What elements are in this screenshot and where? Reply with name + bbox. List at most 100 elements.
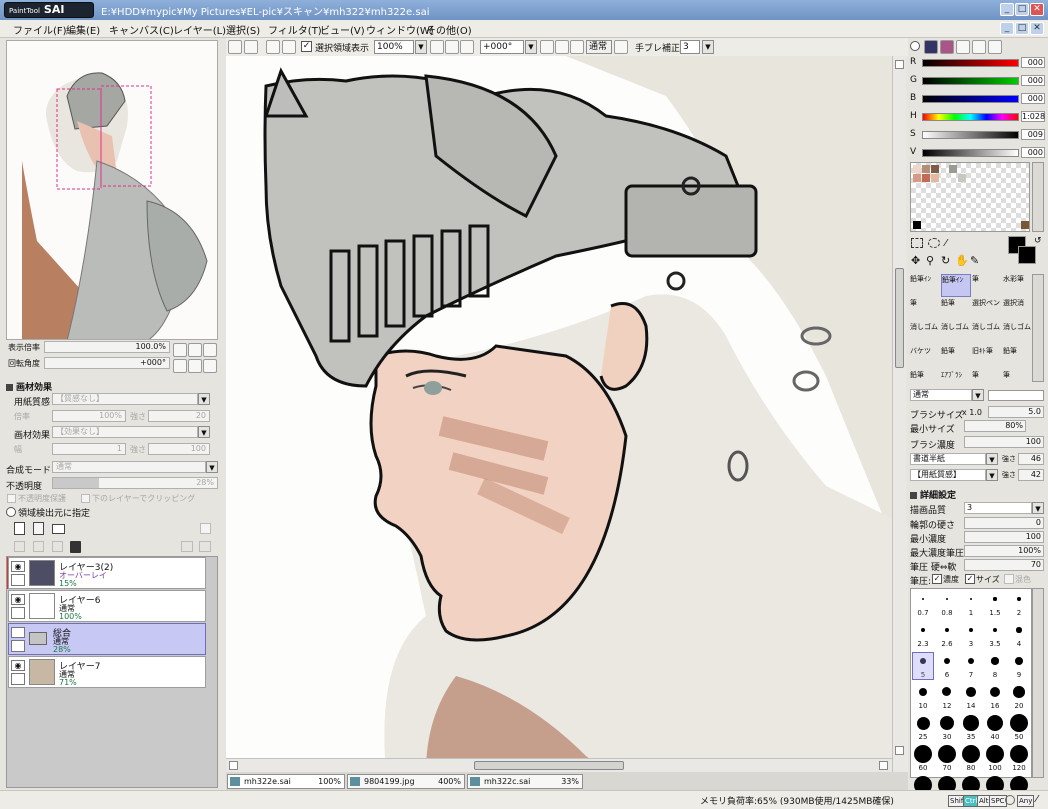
tool-button[interactable]: 消しゴム — [972, 322, 1002, 345]
nav-rotate-slider[interactable]: +000° — [44, 357, 170, 369]
g-value[interactable]: 000 — [1021, 75, 1045, 86]
brush-size-scrollbar[interactable] — [1032, 588, 1044, 778]
brush-size-dot[interactable] — [993, 597, 997, 601]
quality-select[interactable]: 3 — [964, 502, 1032, 514]
tool-button[interactable]: 消しゴム — [941, 322, 971, 345]
color-wheel-toggle[interactable] — [910, 41, 920, 51]
paper-strength-field[interactable]: 20 — [148, 410, 210, 422]
layer-row[interactable]: ◉ レイヤー7 通常 71% — [8, 656, 206, 688]
tool-button[interactable]: 旧ｷﾄ筆 — [972, 346, 1002, 369]
rotation-field[interactable]: +000° — [480, 40, 524, 54]
doc-minimize-button[interactable]: _ — [1000, 22, 1014, 35]
undo-button[interactable] — [228, 40, 242, 54]
s-value[interactable]: 009 — [1021, 129, 1045, 140]
swatches-toggle[interactable] — [972, 40, 986, 54]
eye-icon[interactable]: ◉ — [11, 594, 25, 605]
brush-size-dot[interactable] — [963, 715, 979, 731]
layer-lock-toggle[interactable] — [11, 574, 25, 586]
advanced-settings-header[interactable]: 詳細設定 — [910, 488, 956, 501]
shape-strength-field[interactable]: 46 — [1018, 453, 1044, 465]
nav-zoom-out-button[interactable] — [173, 343, 187, 357]
vertical-scroll-thumb[interactable] — [895, 268, 904, 368]
clip-below-checkbox[interactable] — [81, 494, 90, 503]
pressure-density-checkbox[interactable]: ✓ — [932, 574, 942, 584]
lasso-icon[interactable] — [928, 238, 940, 248]
blend-mode-dropdown[interactable]: ▼ — [206, 461, 218, 473]
swatch-scrollbar[interactable] — [1032, 162, 1044, 232]
texture-strength-field[interactable]: 42 — [1018, 469, 1044, 481]
swatch[interactable] — [922, 174, 930, 182]
swatch[interactable] — [931, 174, 939, 182]
menu-other[interactable]: その他(O) — [426, 22, 472, 37]
canvas-blend-mode[interactable]: 通常 — [586, 40, 612, 54]
scroll-up-button[interactable] — [895, 60, 904, 69]
b-value[interactable]: 000 — [1021, 93, 1045, 104]
tool-button[interactable]: 消しゴム — [910, 322, 940, 345]
canvas[interactable] — [226, 56, 908, 772]
min-density-field[interactable]: 100 — [964, 531, 1044, 543]
layer-mask-icon[interactable] — [199, 541, 211, 552]
horizontal-scrollbar[interactable] — [226, 758, 892, 772]
new-folder-icon[interactable] — [52, 524, 65, 534]
brush-blend-dropdown[interactable]: ▼ — [972, 389, 984, 401]
v-slider[interactable] — [922, 149, 1019, 157]
brush-size-dot[interactable] — [942, 687, 952, 697]
horizontal-scroll-thumb[interactable] — [474, 761, 624, 770]
brush-texture-select[interactable]: 【用紙質感】 — [910, 469, 986, 481]
tool-button[interactable]: 鉛筆 — [941, 346, 971, 369]
rotation-dropdown[interactable]: ▼ — [525, 40, 537, 54]
eyedropper-icon[interactable]: ✎ — [970, 254, 979, 267]
layer-row[interactable]: ◉ レイヤー6 通常 100% — [8, 590, 206, 622]
brush-size-dot[interactable] — [986, 714, 1004, 732]
eye-icon[interactable]: ◉ — [11, 561, 25, 572]
brush-size-dot[interactable] — [944, 627, 950, 633]
edge-field[interactable]: 0 — [964, 517, 1044, 529]
selection-source-radio[interactable] — [6, 507, 16, 517]
zoom-field[interactable]: 100% — [374, 40, 414, 54]
swatch[interactable] — [958, 174, 966, 182]
swatch[interactable] — [922, 165, 930, 173]
pressure-size-checkbox[interactable]: ✓ — [965, 574, 975, 584]
doc-tab[interactable]: 9804199.jpg 400% — [347, 774, 465, 789]
invert-selection-button[interactable] — [282, 40, 296, 54]
swatch[interactable] — [913, 221, 921, 229]
rotate-icon[interactable]: ↻ — [941, 254, 950, 267]
tool-button[interactable]: 筆 — [972, 370, 1002, 382]
brush-size-dot[interactable] — [1016, 627, 1022, 633]
nav-rotate-left-button[interactable] — [173, 359, 187, 373]
effect-strength-field[interactable]: 100 — [148, 443, 210, 455]
hsv-slider-toggle[interactable] — [940, 40, 954, 54]
doc-tab-active[interactable]: mh322e.sai 100% — [227, 774, 345, 789]
tool-button[interactable]: 筆 — [972, 274, 1002, 297]
brush-size-dot[interactable] — [992, 627, 998, 633]
layer-props-icon[interactable] — [181, 541, 193, 552]
nav-rotate-reset-button[interactable] — [203, 359, 217, 373]
h-slider[interactable] — [922, 113, 1019, 121]
nav-rotate-right-button[interactable] — [188, 359, 202, 373]
rgb-slider-toggle[interactable] — [924, 40, 938, 54]
vertical-scrollbar[interactable] — [892, 56, 906, 772]
brush-size-dot[interactable] — [986, 745, 1004, 763]
zoom-in-button[interactable] — [445, 40, 459, 54]
rect-select-icon[interactable] — [911, 238, 923, 248]
resize-grip-icon[interactable]: ⁄ — [1036, 794, 1038, 805]
transfer-down-icon[interactable] — [33, 541, 44, 552]
menu-filter[interactable]: フィルタ(T) — [268, 22, 322, 37]
menu-select[interactable]: 選択(S) — [226, 22, 260, 37]
maximize-button[interactable]: □ — [1015, 3, 1029, 16]
show-selection-checkbox[interactable]: ✓ — [301, 41, 312, 52]
menu-layer[interactable]: レイヤー(L) — [173, 22, 226, 37]
scroll-right-button[interactable] — [879, 761, 888, 770]
zoom-dropdown[interactable]: ▼ — [415, 40, 427, 54]
brush-size-dot[interactable] — [966, 687, 976, 697]
tool-button[interactable]: 鉛筆 — [910, 370, 940, 382]
brush-size-dot[interactable] — [916, 716, 930, 730]
r-value[interactable]: 000 — [1021, 57, 1045, 68]
brush-size-dot[interactable] — [969, 597, 973, 601]
swatch[interactable] — [1021, 221, 1029, 229]
eye-toggle-off[interactable] — [11, 627, 25, 638]
brush-size-dot[interactable] — [967, 657, 975, 665]
rotate-left-button[interactable] — [540, 40, 554, 54]
tool-button[interactable]: 鉛筆 — [941, 298, 971, 321]
brush-size-dot[interactable] — [1017, 597, 1021, 601]
